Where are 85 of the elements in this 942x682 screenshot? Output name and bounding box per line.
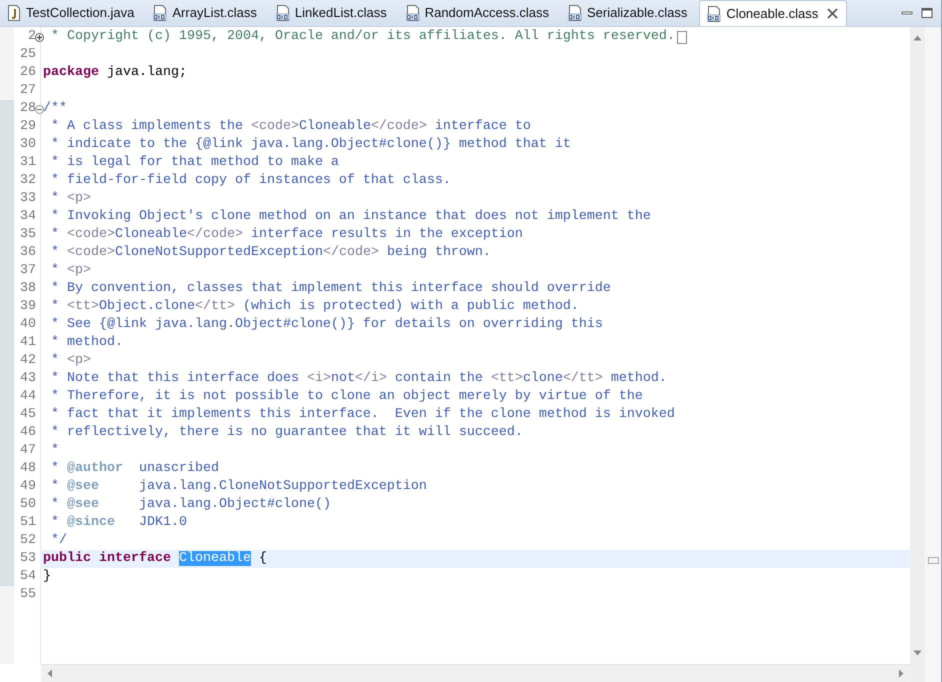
line-number: 54 [19,568,36,586]
code-line: * <p> [50,262,91,280]
code-line: * <code>CloneNotSupportedException</code> being thrown. [50,244,491,262]
editor-tab[interactable]: TestCollection.java [0,0,146,26]
code-line: */ [50,532,67,550]
code-line: /** [43,100,67,118]
code-line: * Invoking Object's clone method on an instance that does not implement the [50,208,651,226]
line-number: 46 [19,424,36,442]
code-line: * By convention, classes that implement this interface should override [50,280,611,298]
line-number: 38 [19,280,36,298]
expand-icon[interactable] [35,32,44,42]
line-number: 43 [19,370,36,388]
editor-tab[interactable]: Cloneable.class [699,0,848,26]
line-number: 55 [19,586,36,604]
line-number: 33 [19,190,36,208]
editor-tab[interactable]: LinkedList.class [268,0,399,26]
editor-tab[interactable]: ArrayList.class [146,0,269,26]
class-file-icon [707,6,722,22]
line-number: 44 [19,388,36,406]
collapsed-region-icon[interactable] [676,30,687,44]
maximize-button[interactable] [921,7,933,19]
code-line: * <code>Cloneable</code> interface results in the exception [50,226,523,244]
code-line: * is legal for that method to make a [50,154,339,172]
class-file-icon [276,5,290,21]
line-number: 53 [19,550,36,568]
line-number: 48 [19,460,36,478]
scroll-left-icon[interactable] [47,669,53,678]
code-line: * <tt>Object.clone</tt> (which is protected) with a public method. [50,298,579,316]
class-file-icon [153,5,168,21]
line-number: 35 [19,226,36,244]
code-line: * Note that this interface does <i>not</i> contain the <tt>clone</tt> method. [50,370,667,388]
code-line: * A class implements the <code>Cloneable</code> interface to [50,118,531,136]
editor-tab[interactable]: RandomAccess.class [398,0,561,26]
code-line: * See {@link java.lang.Object#clone()} for details on overriding this [50,316,603,334]
code-line: package java.lang; [43,64,187,82]
code-line: * Therefore, it is not possible to clone an object merely by virtue of the [50,388,643,406]
line-number: 25 [19,46,36,64]
line-number: 26 [19,64,36,82]
code-line: } [43,568,51,586]
line-number: 30 [19,136,36,154]
class-file-icon [568,5,582,21]
line-number: 32 [19,172,36,190]
line-number: 50 [19,496,36,514]
scroll-right-icon[interactable] [898,669,904,678]
code-line: * field-for-field copy of instances of that class. [50,172,451,190]
line-number: 41 [19,334,36,352]
line-number: 36 [19,244,36,262]
line-number: 45 [19,406,36,424]
editor-tab[interactable]: Serializable.class [560,0,700,26]
java-file-icon [7,5,21,21]
horizontal-scrollbar[interactable] [41,664,910,682]
scroll-down-icon[interactable] [913,650,922,656]
line-number: 42 [19,352,36,370]
code-line: * <p> [50,352,91,370]
line-number: 29 [19,118,36,136]
line-number: 28 [19,100,36,118]
line-number: 47 [19,442,36,460]
code-line: * @see java.lang.CloneNotSupportedException [50,478,427,496]
code-line: * @since JDK1.0 [50,514,187,532]
line-number: 31 [19,154,36,172]
line-number: 40 [19,316,36,334]
collapse-icon[interactable] [35,104,44,114]
code-line: * reflectively, there is no guarantee that it will succeed. [50,424,523,442]
line-number: 37 [19,262,36,280]
code-line: public interface Cloneable { [43,550,267,568]
code-line: * method. [50,334,123,352]
code-line: * <p> [50,190,91,208]
code-line: * indicate to the {@link java.lang.Object#clone()} method that it [50,136,571,154]
close-icon[interactable] [827,8,838,19]
code-line: * fact that it implements this interface. Even if the clone method is invoked [50,406,675,424]
code-line: * Copyright (c) 1995, 2004, Oracle and/or its affiliates. All rights reserved. [50,28,675,46]
line-number: 2 [27,28,36,46]
occurrence-marker[interactable] [928,557,939,564]
line-number: 51 [19,514,36,532]
line-number: 34 [19,208,36,226]
scroll-up-icon[interactable] [913,35,922,41]
line-number: 49 [19,478,36,496]
line-number: 39 [19,298,36,316]
line-number: 27 [19,82,36,100]
class-file-icon [406,5,420,21]
line-number: 52 [19,532,36,550]
vertical-scrollbar[interactable] [910,27,925,682]
code-line: * @author unascribed [50,460,219,478]
code-line: * @see java.lang.Object#clone() [50,496,331,514]
code-line: * [50,442,59,460]
